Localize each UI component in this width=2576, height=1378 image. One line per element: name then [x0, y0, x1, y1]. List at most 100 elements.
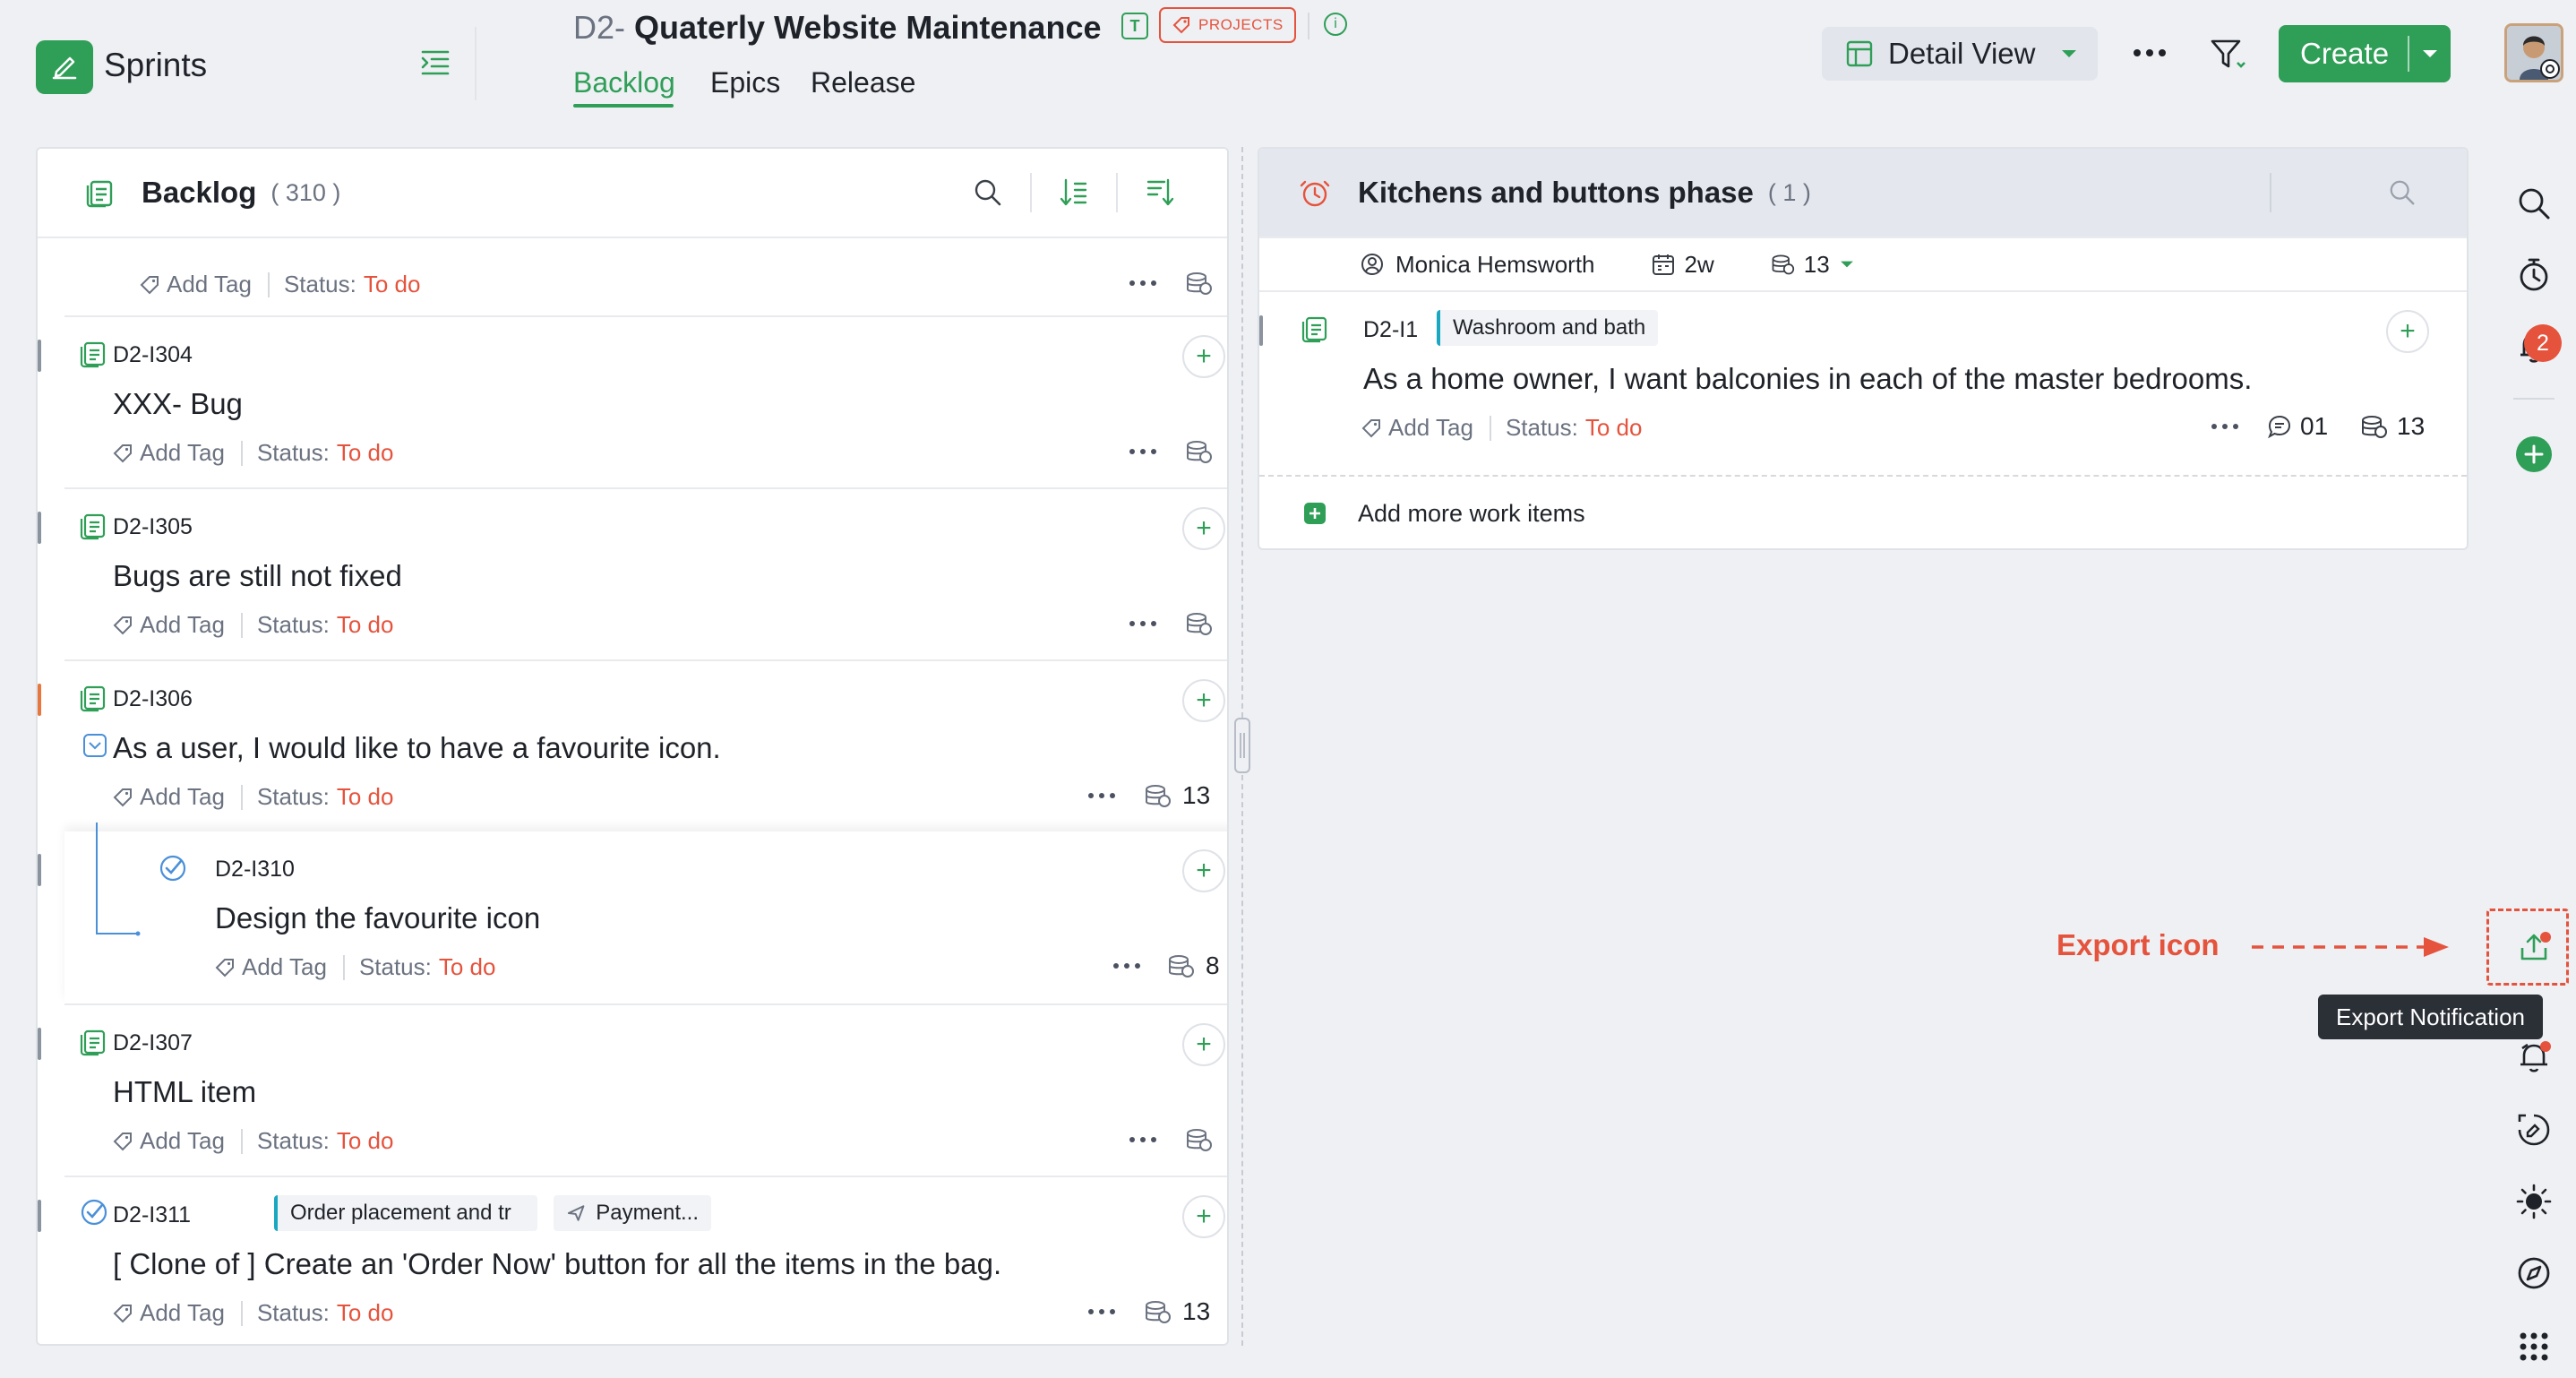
apps-grid-icon[interactable] — [2515, 1328, 2553, 1365]
add-subitem-button[interactable]: + — [1182, 679, 1225, 722]
status-value[interactable]: To do — [337, 439, 394, 467]
add-more-work-items[interactable]: Add more work items — [1259, 475, 2467, 548]
add-subitem-button[interactable]: + — [1182, 507, 1225, 550]
add-icon[interactable] — [2515, 435, 2553, 473]
item-id[interactable]: D2-I304 — [113, 342, 193, 368]
add-tag-link[interactable]: Add Tag — [242, 953, 327, 981]
app-logo[interactable] — [36, 40, 93, 94]
add-subitem-button[interactable]: + — [1182, 1195, 1225, 1238]
tag-icon[interactable] — [138, 273, 161, 297]
comments[interactable]: 01 — [2266, 412, 2328, 441]
compass-icon[interactable] — [2515, 1254, 2553, 1292]
add-tag-link[interactable]: Add Tag — [140, 1299, 225, 1327]
search-icon[interactable] — [2515, 185, 2553, 222]
story-points[interactable]: 13 — [1143, 1297, 1210, 1326]
more-options-icon[interactable] — [1127, 618, 1159, 629]
backlog-item[interactable]: D2-I306 As a user, I would like to have … — [38, 659, 1227, 831]
search-icon[interactable] — [973, 177, 1003, 208]
tag-icon[interactable] — [111, 614, 134, 637]
more-options-icon[interactable] — [1086, 790, 1118, 801]
tag-icon[interactable] — [213, 956, 236, 979]
item-id[interactable]: D2-I310 — [215, 857, 295, 883]
projects-badge[interactable]: PROJECTS — [1159, 7, 1296, 43]
more-options-icon[interactable] — [1127, 446, 1159, 457]
item-title[interactable]: Bugs are still not fixed — [113, 559, 402, 593]
story-points[interactable]: 8 — [1166, 952, 1220, 980]
add-tag-link[interactable]: Add Tag — [140, 611, 225, 639]
sprint-duration[interactable]: 2w — [1685, 251, 1714, 279]
add-subitem-button[interactable]: + — [2386, 310, 2429, 353]
backlog-item[interactable]: D2-I305 Bugs are still not fixed + Add T… — [38, 487, 1227, 659]
story-points[interactable]: 13 — [1143, 781, 1210, 810]
status-value[interactable]: To do — [337, 783, 394, 811]
collapse-menu-icon[interactable] — [417, 45, 453, 81]
status-value[interactable]: To do — [1585, 414, 1643, 442]
add-tag-link[interactable]: Add Tag — [140, 439, 225, 467]
info-icon[interactable]: i — [1324, 13, 1347, 36]
item-title[interactable]: HTML item — [113, 1075, 256, 1109]
project-title[interactable]: Quaterly Website Maintenance — [634, 9, 1102, 47]
backlog-item[interactable]: Add Tag Status: To do — [64, 238, 1227, 315]
story-points-icon[interactable] — [1184, 269, 1213, 297]
backlog-item[interactable]: D2-I304 XXX- Bug + Add Tag Status: To do — [38, 315, 1227, 487]
item-id[interactable]: D2-I307 — [113, 1030, 193, 1056]
add-subitem-button[interactable]: + — [1182, 335, 1225, 378]
more-options-icon[interactable] — [1086, 1306, 1118, 1317]
status-value[interactable]: To do — [337, 1299, 394, 1327]
backlog-item[interactable]: D2-I307 HTML item + Add Tag Status: To d… — [38, 1003, 1227, 1176]
tag-icon[interactable] — [111, 442, 134, 465]
item-id[interactable]: D2-I311 — [113, 1202, 191, 1228]
item-title[interactable]: XXX- Bug — [113, 387, 243, 421]
feedback-icon[interactable] — [2515, 1111, 2553, 1149]
add-tag-link[interactable]: Add Tag — [140, 783, 225, 811]
item-id[interactable]: D2-I305 — [113, 514, 193, 540]
release-chip[interactable]: Payment... — [554, 1195, 711, 1231]
user-avatar[interactable] — [2504, 23, 2563, 82]
status-value[interactable]: To do — [364, 271, 421, 298]
chevron-down-icon[interactable] — [1839, 259, 1855, 270]
search-icon[interactable] — [2388, 178, 2417, 207]
item-title[interactable]: Design the favourite icon — [215, 901, 540, 935]
item-title[interactable]: As a user, I would like to have a favour… — [113, 731, 721, 765]
project-type-icon[interactable]: T — [1121, 13, 1148, 39]
add-subitem-button[interactable]: + — [1182, 1023, 1225, 1066]
status-value[interactable]: To do — [337, 1127, 394, 1155]
tag-icon[interactable] — [111, 1130, 134, 1153]
sprint-item[interactable]: D2-I1 Washroom and bath As a home owner,… — [1259, 292, 2467, 464]
item-id[interactable]: D2-I1 — [1363, 317, 1418, 343]
story-points-icon[interactable] — [1184, 609, 1213, 638]
bell-alert-icon[interactable] — [2515, 1038, 2553, 1075]
add-tag-link[interactable]: Add Tag — [140, 1127, 225, 1155]
view-selector[interactable]: Detail View — [1822, 27, 2098, 81]
create-button[interactable]: Create — [2279, 25, 2451, 82]
sprint-title[interactable]: Kitchens and buttons phase — [1358, 176, 1754, 210]
filter-icon[interactable] — [2209, 36, 2248, 72]
tag-icon[interactable] — [111, 1302, 134, 1325]
item-title[interactable]: [ Clone of ] Create an 'Order Now' butto… — [113, 1247, 1001, 1281]
add-tag-link[interactable]: Add Tag — [167, 271, 252, 298]
sprint-points[interactable]: 13 — [1804, 251, 1830, 279]
story-points-icon[interactable] — [1184, 437, 1213, 466]
theme-icon[interactable] — [2515, 1183, 2553, 1220]
sort-priority-icon[interactable] — [1059, 177, 1089, 209]
tab-epics[interactable]: Epics — [710, 66, 780, 99]
backlog-subitem[interactable]: D2-I310 Design the favourite icon + Add … — [38, 822, 1227, 1003]
more-options-icon[interactable] — [1111, 960, 1143, 971]
more-options-icon[interactable] — [2209, 421, 2241, 432]
collapse-subitems-icon[interactable] — [82, 733, 107, 758]
sort-icon[interactable] — [1145, 177, 1175, 209]
sprint-owner[interactable]: Monica Hemsworth — [1395, 251, 1595, 279]
more-options-icon[interactable] — [1127, 1134, 1159, 1145]
tag-icon[interactable] — [1360, 417, 1383, 440]
item-id[interactable]: D2-I306 — [113, 686, 193, 712]
item-title[interactable]: As a home owner, I want balconies in eac… — [1363, 362, 2252, 396]
status-value[interactable]: To do — [439, 953, 496, 981]
more-options-icon[interactable] — [2128, 39, 2171, 66]
status-value[interactable]: To do — [337, 611, 394, 639]
timer-icon[interactable] — [2515, 256, 2553, 294]
epic-chip[interactable]: Washroom and bath — [1437, 310, 1659, 346]
tab-release[interactable]: Release — [811, 66, 915, 99]
epic-chip[interactable]: Order placement and tr — [274, 1195, 537, 1231]
story-points-icon[interactable] — [1184, 1125, 1213, 1154]
story-points[interactable]: 13 — [2359, 412, 2425, 441]
